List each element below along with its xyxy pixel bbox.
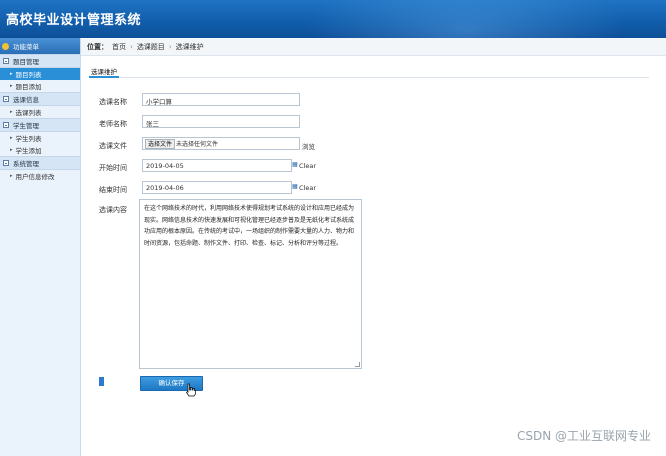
sidebar-item-label: 用户信息修改 <box>15 173 55 181</box>
resize-handle-icon[interactable] <box>355 362 360 367</box>
course-content-text: 在这个网络技术的时代，利用网络技术使得规划考试系统的设计和应用已经成为现实。网络… <box>144 205 355 247</box>
sidebar-group-title-courses[interactable]: 选课信息 <box>0 92 80 106</box>
sidebar-item-course-list[interactable]: ▸ 选课列表 <box>0 106 80 118</box>
course-content-label: 选课内容 <box>99 206 127 214</box>
course-file-field[interactable]: 选择文件 未选择任何文件 <box>142 137 300 150</box>
group-title-label: 题目管理 <box>13 58 39 66</box>
sidebar-group-system: 系统管理 ▸ 用户信息修改 <box>0 156 80 182</box>
start-time-input[interactable]: 2019-04-05 <box>142 159 292 172</box>
browse-button[interactable]: 浏览 <box>302 141 315 151</box>
sidebar-item-user-edit[interactable]: ▸ 用户信息修改 <box>0 170 80 182</box>
end-time-clear-button[interactable]: Clear <box>299 184 316 192</box>
sidebar-item-label: 题目列表 <box>15 71 42 79</box>
collapse-icon <box>3 122 9 128</box>
sidebar-item-label: 学生添加 <box>15 147 42 155</box>
breadcrumb-course-topics[interactable]: 选课题目 <box>137 42 165 52</box>
breadcrumb-separator: › <box>168 42 172 51</box>
bullet-icon: ▸ <box>10 71 13 77</box>
sidebar-item-student-add[interactable]: ▸ 学生添加 <box>0 144 80 156</box>
calendar-icon[interactable]: ▦ <box>292 183 298 190</box>
watermark: CSDN @工业互联网专业 <box>516 429 651 443</box>
sidebar-group-title-topics[interactable]: 题目管理 <box>0 54 80 68</box>
group-title-label: 选课信息 <box>13 96 39 104</box>
sidebar-header-label: 功能菜单 <box>13 43 39 51</box>
sidebar-item-label: 学生列表 <box>15 135 42 143</box>
main-content: 位置： 首页 › 选课题目 › 选课维护 选课维护 选课名称 小学口算 老师名称… <box>81 38 666 456</box>
bullet-icon: ▸ <box>10 135 13 141</box>
sidebar: 功能菜单 题目管理 ▸ 题目列表 ▸ 题目添加 选课信息 ▸ 选课列表 学生管理 <box>0 38 81 456</box>
course-name-label: 选课名称 <box>99 98 127 106</box>
sidebar-group-title-students[interactable]: 学生管理 <box>0 118 80 132</box>
calendar-icon[interactable]: ▦ <box>292 161 298 168</box>
tab-bar: 选课维护 <box>89 66 649 78</box>
bullet-icon: ▸ <box>10 147 13 153</box>
breadcrumb-label: 位置： <box>87 42 108 51</box>
collapse-icon <box>3 58 9 64</box>
breadcrumb-home[interactable]: 首页 <box>112 42 126 52</box>
app-title: 高校毕业设计管理系统 <box>6 13 142 28</box>
course-content-textarea[interactable]: 在这个网络技术的时代，利用网络技术使得规划考试系统的设计和应用已经成为现实。网络… <box>139 199 362 369</box>
menu-dot-icon <box>2 42 9 50</box>
start-time-label: 开始时间 <box>99 164 127 172</box>
app-header: 高校毕业设计管理系统 <box>0 0 666 38</box>
sidebar-item-topic-list[interactable]: ▸ 题目列表 <box>0 68 80 80</box>
breadcrumb: 位置： 首页 › 选课题目 › 选课维护 <box>81 38 666 56</box>
bullet-icon: ▸ <box>10 109 13 115</box>
sidebar-group-topics: 题目管理 ▸ 题目列表 ▸ 题目添加 <box>0 54 80 92</box>
breadcrumb-course-maint: 选课维护 <box>175 42 204 51</box>
course-name-input[interactable]: 小学口算 <box>142 93 300 106</box>
breadcrumb-separator: › <box>130 42 133 51</box>
focus-marker <box>99 377 104 386</box>
collapse-icon <box>3 160 9 166</box>
course-file-label: 选课文件 <box>99 142 127 150</box>
group-title-label: 学生管理 <box>13 122 39 130</box>
header-decoration <box>306 0 626 38</box>
sidebar-group-title-system[interactable]: 系统管理 <box>0 156 80 170</box>
start-time-clear-button[interactable]: Clear <box>299 162 316 170</box>
sidebar-item-label: 题目添加 <box>15 83 42 91</box>
end-time-label: 结束时间 <box>99 186 127 194</box>
sidebar-group-courses: 选课信息 ▸ 选课列表 <box>0 92 80 118</box>
choose-file-button[interactable]: 选择文件 <box>145 138 176 149</box>
group-title-label: 系统管理 <box>13 160 39 168</box>
sidebar-item-student-list[interactable]: ▸ 学生列表 <box>0 132 80 144</box>
end-time-input[interactable]: 2019-04-06 <box>142 181 292 194</box>
sidebar-group-students: 学生管理 ▸ 学生列表 ▸ 学生添加 <box>0 118 80 156</box>
bullet-icon: ▸ <box>10 173 13 179</box>
sidebar-item-label: 选课列表 <box>15 109 42 117</box>
teacher-name-input[interactable]: 张三 <box>142 115 300 128</box>
sidebar-header: 功能菜单 <box>0 38 80 54</box>
hand-cursor-icon <box>186 383 196 397</box>
sidebar-item-topic-add[interactable]: ▸ 题目添加 <box>0 80 80 92</box>
teacher-name-label: 老师名称 <box>99 120 127 128</box>
bullet-icon: ▸ <box>10 83 13 89</box>
tab-course-maintenance[interactable]: 选课维护 <box>89 66 119 78</box>
file-status: 未选择任何文件 <box>176 141 219 148</box>
collapse-icon <box>3 96 9 102</box>
